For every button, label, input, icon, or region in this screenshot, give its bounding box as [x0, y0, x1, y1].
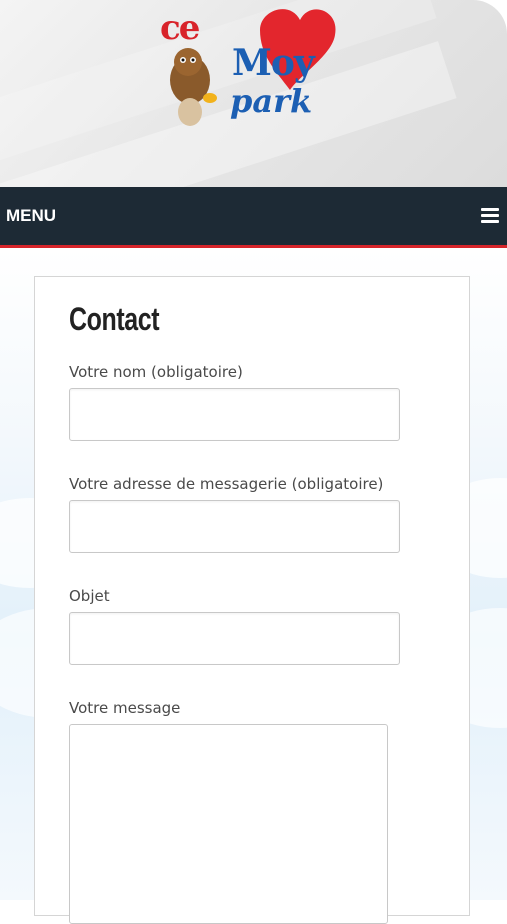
main-navbar: MENU [0, 187, 507, 248]
name-input[interactable] [69, 388, 400, 441]
message-label: Votre message [69, 699, 181, 717]
menu-toggle-label[interactable]: MENU [6, 206, 56, 226]
site-header: ce Moy park [0, 0, 507, 187]
hamburger-icon[interactable] [481, 208, 499, 224]
email-label: Votre adresse de messagerie (obligatoire… [69, 475, 384, 493]
logo-text-moy: Moy [232, 42, 315, 84]
logo-text-ce: ce [160, 8, 200, 48]
subject-input[interactable] [69, 612, 400, 665]
message-textarea[interactable] [69, 724, 388, 924]
email-input[interactable] [69, 500, 400, 553]
site-logo[interactable]: ce Moy park [150, 0, 350, 140]
subject-label: Objet [69, 587, 110, 605]
contact-card: Contact Votre nom (obligatoire) Votre ad… [34, 276, 470, 924]
page-title: Contact [69, 301, 160, 337]
name-label: Votre nom (obligatoire) [69, 363, 243, 381]
logo-text-park: park [230, 82, 313, 120]
